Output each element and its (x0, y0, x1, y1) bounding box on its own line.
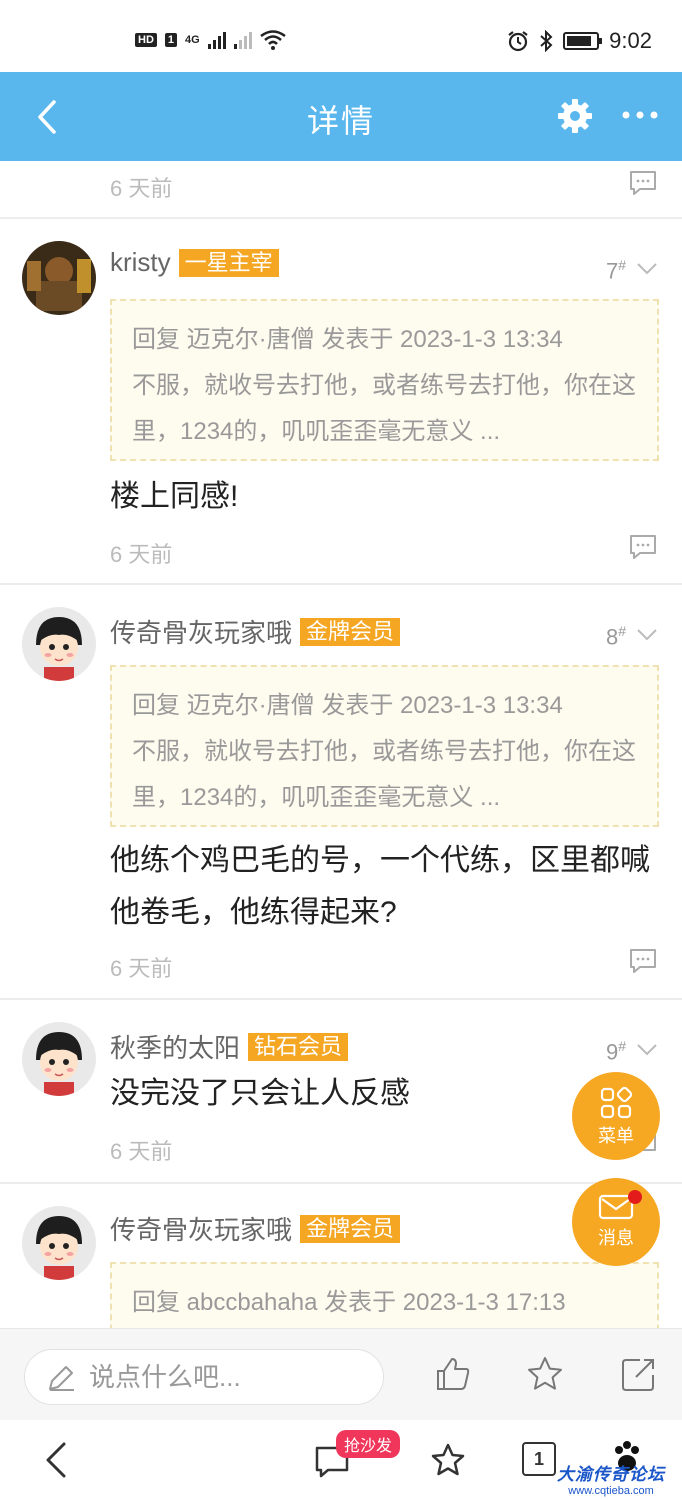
author-row: kristy 一星主宰 (110, 247, 279, 278)
author-name[interactable]: 秋季的太阳 (110, 1028, 240, 1065)
site-watermark: 大渝传奇论坛 www.cqtieba.com (557, 1460, 665, 1497)
author-row: 传奇骨灰玩家哦 金牌会员 (110, 1210, 401, 1247)
comment-bar: 说点什么吧... (0, 1328, 682, 1420)
nav-star-icon[interactable] (430, 1442, 466, 1478)
quote-body: 不服，就收号去打他，或者练号去打他，你在这里，1234的，叽叽歪歪毫无意义 ..… (132, 372, 636, 445)
battery-icon (563, 32, 603, 50)
quote-header: 回复 abccbahaha 发表于 2023-1-3 17:13 (132, 1289, 566, 1316)
share-icon[interactable] (620, 1355, 658, 1393)
floor-number: 8# (606, 623, 626, 650)
avatar[interactable] (22, 607, 96, 681)
post-content: 楼上同感! (110, 480, 239, 513)
post-content: 他练个鸡巴毛的号，一个代练，区里都喊他卷毛，他练得起来? (110, 844, 650, 929)
quote-body: 不服，就收号去打他，或者练号去打他，你在这里，1234的，叽叽歪歪毫无意义 ..… (132, 738, 636, 811)
status-time: 9:02 (609, 28, 652, 53)
status-left: HD 1 4G (135, 30, 286, 50)
reply-icon[interactable] (628, 169, 658, 197)
pencil-icon (49, 1366, 74, 1391)
floor-mark: # (618, 623, 626, 639)
status-bar: HD 1 4G 9:02 (0, 0, 682, 72)
messages-fab-label: 消息 (598, 1228, 634, 1248)
user-rank-badge: 一星主宰 (178, 248, 279, 277)
star-icon[interactable] (526, 1355, 564, 1393)
avatar[interactable] (22, 1206, 96, 1280)
chevron-down-icon[interactable] (636, 628, 658, 642)
post-partial: 6 天前 (0, 161, 682, 219)
menu-fab-button[interactable]: 菜单 (572, 1072, 660, 1160)
post-time: 6 天前 (110, 1139, 173, 1164)
reply-icon[interactable] (628, 533, 658, 561)
floor-number: 9# (606, 1038, 626, 1065)
thumbs-up-icon[interactable] (434, 1355, 472, 1393)
wifi-icon (259, 30, 286, 50)
gear-icon[interactable] (556, 97, 594, 135)
user-rank-badge: 钻石会员 (248, 1032, 349, 1061)
bluetooth-icon (540, 30, 553, 52)
quoted-reply[interactable]: 回复 abccbahaha 发表于 2023-1-3 17:13 (110, 1262, 659, 1328)
floor-mark: # (618, 257, 626, 273)
messages-fab-button[interactable]: 消息 (572, 1178, 660, 1266)
reply-icon[interactable] (628, 947, 658, 975)
quote-header: 回复 迈克尔·唐僧 发表于 2023-1-3 13:34 (132, 692, 563, 719)
user-rank-badge: 金牌会员 (300, 1214, 401, 1243)
author-name[interactable]: kristy (110, 247, 171, 278)
author-row: 秋季的太阳 钻石会员 (110, 1028, 349, 1065)
signal-icon (207, 31, 226, 49)
menu-fab-label: 菜单 (598, 1126, 634, 1146)
post-item: 传奇骨灰玩家哦 金牌会员 8# 回复 迈克尔·唐僧 发表于 2023-1-3 1… (0, 585, 682, 1000)
floor-mark: # (618, 1038, 626, 1054)
nav-back-icon[interactable] (42, 1440, 70, 1480)
quoted-reply[interactable]: 回复 迈克尔·唐僧 发表于 2023-1-3 13:34 不服，就收号去打他，或… (110, 665, 659, 827)
user-rank-badge: 金牌会员 (300, 617, 401, 646)
quoted-reply[interactable]: 回复 迈克尔·唐僧 发表于 2023-1-3 13:34 不服，就收号去打他，或… (110, 299, 659, 461)
unread-dot (628, 1190, 642, 1204)
chevron-down-icon[interactable] (636, 1043, 658, 1057)
chevron-down-icon[interactable] (636, 262, 658, 276)
floor-value: 9 (605, 1039, 619, 1065)
avatar[interactable] (22, 1022, 96, 1096)
post-time: 6 天前 (110, 176, 173, 201)
post-item: kristy 一星主宰 7# 回复 迈克尔·唐僧 发表于 2023-1-3 13… (0, 219, 682, 585)
quote-header: 回复 迈克尔·唐僧 发表于 2023-1-3 13:34 (132, 326, 563, 353)
author-name[interactable]: 传奇骨灰玩家哦 (110, 613, 292, 650)
author-name[interactable]: 传奇骨灰玩家哦 (110, 1210, 292, 1247)
floor-number: 7# (606, 257, 626, 284)
alarm-icon (508, 31, 528, 52)
signal-2-icon (233, 31, 252, 49)
tab-count-button[interactable]: 1 (522, 1442, 556, 1476)
hd-badge: HD (135, 33, 157, 47)
author-row: 传奇骨灰玩家哦 金牌会员 (110, 613, 401, 650)
grid-icon (600, 1086, 633, 1119)
top-header: 详情 (0, 72, 682, 161)
status-right: 9:02 (507, 28, 652, 54)
floor-value: 8 (605, 624, 619, 650)
sim-icon: 1 (164, 33, 178, 47)
floor-value: 7 (605, 258, 619, 284)
avatar[interactable] (22, 241, 96, 315)
comment-input[interactable]: 说点什么吧... (24, 1349, 384, 1405)
watermark-url: www.cqtieba.com (568, 1485, 654, 1497)
watermark-title: 大渝传奇论坛 (557, 1465, 665, 1484)
network-type: 4G (185, 34, 200, 46)
post-time: 6 天前 (110, 956, 173, 981)
sofa-badge: 抢沙发 (336, 1430, 401, 1458)
post-time: 6 天前 (110, 542, 173, 567)
more-icon[interactable] (620, 100, 660, 130)
